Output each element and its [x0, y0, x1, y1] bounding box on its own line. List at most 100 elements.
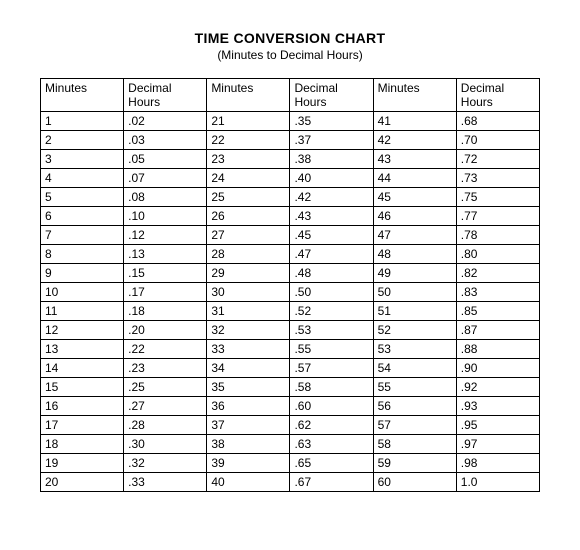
table-cell: .97	[456, 435, 539, 454]
table-row: 15.2535.5855.92	[41, 378, 540, 397]
table-cell: .18	[124, 302, 207, 321]
table-cell: 20	[41, 473, 124, 492]
table-row: 10.1730.5050.83	[41, 283, 540, 302]
table-row: 19.3239.6559.98	[41, 454, 540, 473]
table-cell: .35	[290, 112, 373, 131]
table-cell: 4	[41, 169, 124, 188]
table-cell: 2	[41, 131, 124, 150]
table-cell: .88	[456, 340, 539, 359]
table-row: 16.2736.6056.93	[41, 397, 540, 416]
table-row: 8.1328.4748.80	[41, 245, 540, 264]
table-row: 20.3340.67601.0	[41, 473, 540, 492]
table-cell: 57	[373, 416, 456, 435]
col-header: Decimal Hours	[456, 79, 539, 112]
table-row: 3.0523.3843.72	[41, 150, 540, 169]
table-cell: 11	[41, 302, 124, 321]
table-cell: 56	[373, 397, 456, 416]
table-cell: 24	[207, 169, 290, 188]
table-cell: 45	[373, 188, 456, 207]
table-cell: 32	[207, 321, 290, 340]
table-cell: .93	[456, 397, 539, 416]
table-cell: 8	[41, 245, 124, 264]
table-cell: .68	[456, 112, 539, 131]
col-header: Minutes	[207, 79, 290, 112]
conversion-table: Minutes Decimal Hours Minutes Decimal Ho…	[40, 78, 540, 492]
table-row: 12.2032.5352.87	[41, 321, 540, 340]
table-cell: .27	[124, 397, 207, 416]
table-cell: 3	[41, 150, 124, 169]
table-cell: 48	[373, 245, 456, 264]
table-cell: .47	[290, 245, 373, 264]
table-cell: 37	[207, 416, 290, 435]
table-cell: .77	[456, 207, 539, 226]
table-cell: .40	[290, 169, 373, 188]
table-cell: 44	[373, 169, 456, 188]
table-cell: .63	[290, 435, 373, 454]
table-row: 7.1227.4547.78	[41, 226, 540, 245]
table-cell: 17	[41, 416, 124, 435]
table-cell: .80	[456, 245, 539, 264]
table-cell: .05	[124, 150, 207, 169]
table-cell: 28	[207, 245, 290, 264]
table-cell: 7	[41, 226, 124, 245]
table-cell: .02	[124, 112, 207, 131]
table-cell: 49	[373, 264, 456, 283]
table-cell: .28	[124, 416, 207, 435]
table-cell: 15	[41, 378, 124, 397]
table-row: 4.0724.4044.73	[41, 169, 540, 188]
table-row: 2.0322.3742.70	[41, 131, 540, 150]
table-cell: 1	[41, 112, 124, 131]
table-cell: 26	[207, 207, 290, 226]
table-row: 1.0221.3541.68	[41, 112, 540, 131]
table-cell: 51	[373, 302, 456, 321]
table-cell: 54	[373, 359, 456, 378]
table-cell: .32	[124, 454, 207, 473]
table-cell: 60	[373, 473, 456, 492]
table-cell: .08	[124, 188, 207, 207]
table-cell: .65	[290, 454, 373, 473]
table-cell: 12	[41, 321, 124, 340]
table-cell: .48	[290, 264, 373, 283]
table-cell: .22	[124, 340, 207, 359]
table-cell: .23	[124, 359, 207, 378]
page-title: TIME CONVERSION CHART	[40, 30, 540, 46]
table-row: 18.3038.6358.97	[41, 435, 540, 454]
table-cell: .83	[456, 283, 539, 302]
table-cell: 27	[207, 226, 290, 245]
table-cell: .90	[456, 359, 539, 378]
table-cell: .67	[290, 473, 373, 492]
table-cell: .92	[456, 378, 539, 397]
table-cell: .87	[456, 321, 539, 340]
table-cell: .50	[290, 283, 373, 302]
table-cell: 14	[41, 359, 124, 378]
table-cell: .25	[124, 378, 207, 397]
table-row: 9.1529.4849.82	[41, 264, 540, 283]
table-row: 5.0825.4245.75	[41, 188, 540, 207]
table-cell: 53	[373, 340, 456, 359]
table-cell: .58	[290, 378, 373, 397]
table-cell: .20	[124, 321, 207, 340]
table-cell: 10	[41, 283, 124, 302]
table-cell: .57	[290, 359, 373, 378]
col-header: Decimal Hours	[290, 79, 373, 112]
table-row: 6.1026.4346.77	[41, 207, 540, 226]
table-row: 14.2334.5754.90	[41, 359, 540, 378]
table-cell: 22	[207, 131, 290, 150]
table-cell: 6	[41, 207, 124, 226]
page-subtitle: (Minutes to Decimal Hours)	[40, 48, 540, 62]
table-cell: .72	[456, 150, 539, 169]
table-cell: 50	[373, 283, 456, 302]
table-cell: .10	[124, 207, 207, 226]
table-cell: .75	[456, 188, 539, 207]
table-cell: 41	[373, 112, 456, 131]
table-cell: .53	[290, 321, 373, 340]
table-cell: .07	[124, 169, 207, 188]
table-cell: .45	[290, 226, 373, 245]
table-cell: 38	[207, 435, 290, 454]
table-header-row: Minutes Decimal Hours Minutes Decimal Ho…	[41, 79, 540, 112]
table-cell: .38	[290, 150, 373, 169]
table-cell: .37	[290, 131, 373, 150]
table-cell: 19	[41, 454, 124, 473]
table-cell: 40	[207, 473, 290, 492]
table-cell: .43	[290, 207, 373, 226]
